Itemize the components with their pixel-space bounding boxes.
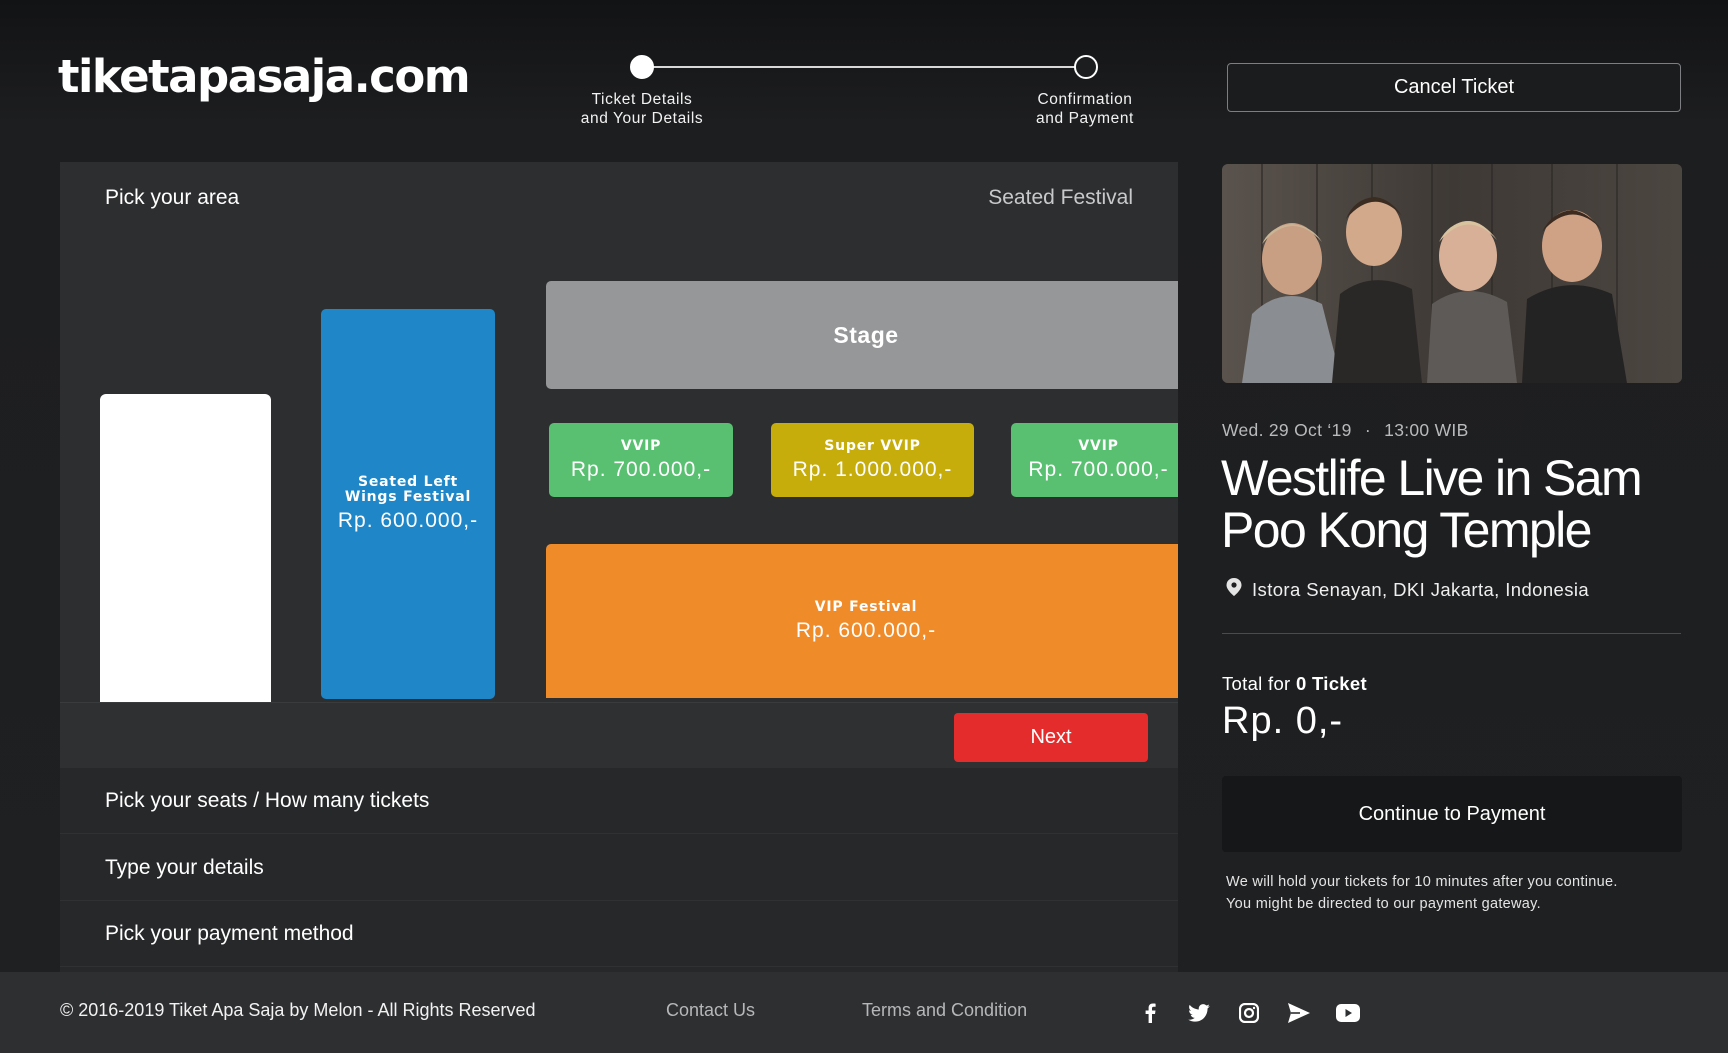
- zone-name: VVIP: [620, 437, 662, 454]
- contact-us-link[interactable]: Contact Us: [666, 1000, 755, 1021]
- terms-link[interactable]: Terms and Condition: [862, 1000, 1027, 1021]
- booking-panel: Seated Left Wings Festival Rp. 600.000,-…: [60, 162, 1178, 972]
- instagram-icon[interactable]: [1236, 1000, 1262, 1026]
- accordion-pick-seats[interactable]: Pick your seats / How many tickets: [60, 768, 1178, 834]
- accordion-label: Pick your payment method: [105, 921, 354, 945]
- total-label: Total for 0 Ticket: [1222, 673, 1367, 695]
- site-logo[interactable]: tiketapasaja.com: [58, 50, 471, 103]
- zone-vvip-right[interactable]: VVIP Rp. 700.000,-: [1011, 423, 1178, 497]
- location-pin-icon: [1226, 578, 1242, 601]
- total-amount: Rp. 0,-: [1222, 700, 1344, 742]
- zone-price: Rp. 700.000,-: [570, 457, 712, 481]
- event-date: Wed. 29 Oct ‘19: [1222, 420, 1352, 440]
- accordion-payment-method[interactable]: Pick your payment method: [60, 901, 1178, 967]
- zone-price: Rp. 600.000,-: [337, 509, 479, 532]
- step-2-indicator: [1074, 55, 1098, 79]
- accordion-label: Type your details: [105, 855, 264, 879]
- band-photo: [1222, 164, 1682, 383]
- stage: Stage: [546, 281, 1178, 389]
- zone-name: VVIP: [1078, 437, 1119, 454]
- step-1-indicator: [630, 55, 654, 79]
- stage-label: Stage: [833, 321, 899, 348]
- send-icon[interactable]: [1286, 1000, 1312, 1026]
- pick-area-section: Seated Left Wings Festival Rp. 600.000,-…: [60, 162, 1178, 768]
- zone-name: VIP Festival: [814, 598, 918, 615]
- zone-super-vvip[interactable]: Super VVIP Rp. 1.000.000,-: [771, 423, 974, 497]
- zone-price: Rp. 600.000,-: [795, 618, 937, 642]
- venue-text: Istora Senayan, DKI Jakarta, Indonesia: [1252, 578, 1590, 600]
- zone-name: Seated Left Wings Festival: [344, 474, 472, 505]
- stepper-line: [642, 66, 1086, 68]
- accordion-type-details[interactable]: Type your details: [60, 835, 1178, 901]
- event-venue: Istora Senayan, DKI Jakarta, Indonesia: [1226, 578, 1589, 601]
- copyright-text: © 2016-2019 Tiket Apa Saja by Melon - Al…: [60, 1000, 536, 1020]
- zone-unlabeled[interactable]: [100, 394, 271, 706]
- twitter-icon[interactable]: [1186, 1000, 1212, 1026]
- zone-price: Rp. 1.000.000,-: [792, 457, 953, 481]
- ticket-count: 0 Ticket: [1295, 673, 1367, 694]
- step-2-label: Confirmation and Payment: [1036, 91, 1134, 127]
- event-time: 13:00 WIB: [1384, 420, 1469, 440]
- cancel-ticket-button[interactable]: Cancel Ticket: [1227, 63, 1681, 112]
- hold-notice: We will hold your tickets for 10 minutes…: [1226, 874, 1618, 912]
- event-title: Westlife Live in Sam Poo Kong Temple: [1221, 450, 1643, 558]
- zone-vvip-left[interactable]: VVIP Rp. 700.000,-: [549, 423, 733, 497]
- datetime-separator: ·: [1364, 420, 1371, 440]
- zone-name: Super VVIP: [824, 437, 921, 454]
- next-button[interactable]: Next: [954, 713, 1148, 762]
- youtube-icon[interactable]: [1335, 1000, 1361, 1026]
- section-title: Pick your area: [105, 186, 240, 209]
- step-1-label: Ticket Details and Your Details: [580, 91, 704, 127]
- event-type-label: Seated Festival: [988, 186, 1133, 209]
- event-datetime: Wed. 29 Oct ‘19 · 13:00 WIB: [1222, 420, 1469, 441]
- accordion-label: Pick your seats / How many tickets: [105, 788, 430, 812]
- area-card-footer: Next: [60, 702, 1178, 768]
- site-footer: © 2016-2019 Tiket Apa Saja by Melon - Al…: [0, 972, 1728, 1053]
- continue-to-payment-button[interactable]: Continue to Payment: [1222, 776, 1682, 852]
- zone-price: Rp. 700.000,-: [1028, 457, 1169, 481]
- zone-vip-festival[interactable]: VIP Festival Rp. 600.000,-: [546, 544, 1178, 698]
- total-prefix: Total for: [1222, 673, 1291, 694]
- facebook-icon[interactable]: [1137, 1000, 1163, 1026]
- event-hero-image: [1222, 164, 1682, 383]
- venue-map: Seated Left Wings Festival Rp. 600.000,-…: [60, 162, 1178, 706]
- progress-stepper: Ticket Details and Your Details Confirma…: [560, 52, 1160, 142]
- divider: [1222, 633, 1681, 634]
- zone-seated-left-wings[interactable]: Seated Left Wings Festival Rp. 600.000,-: [321, 309, 495, 699]
